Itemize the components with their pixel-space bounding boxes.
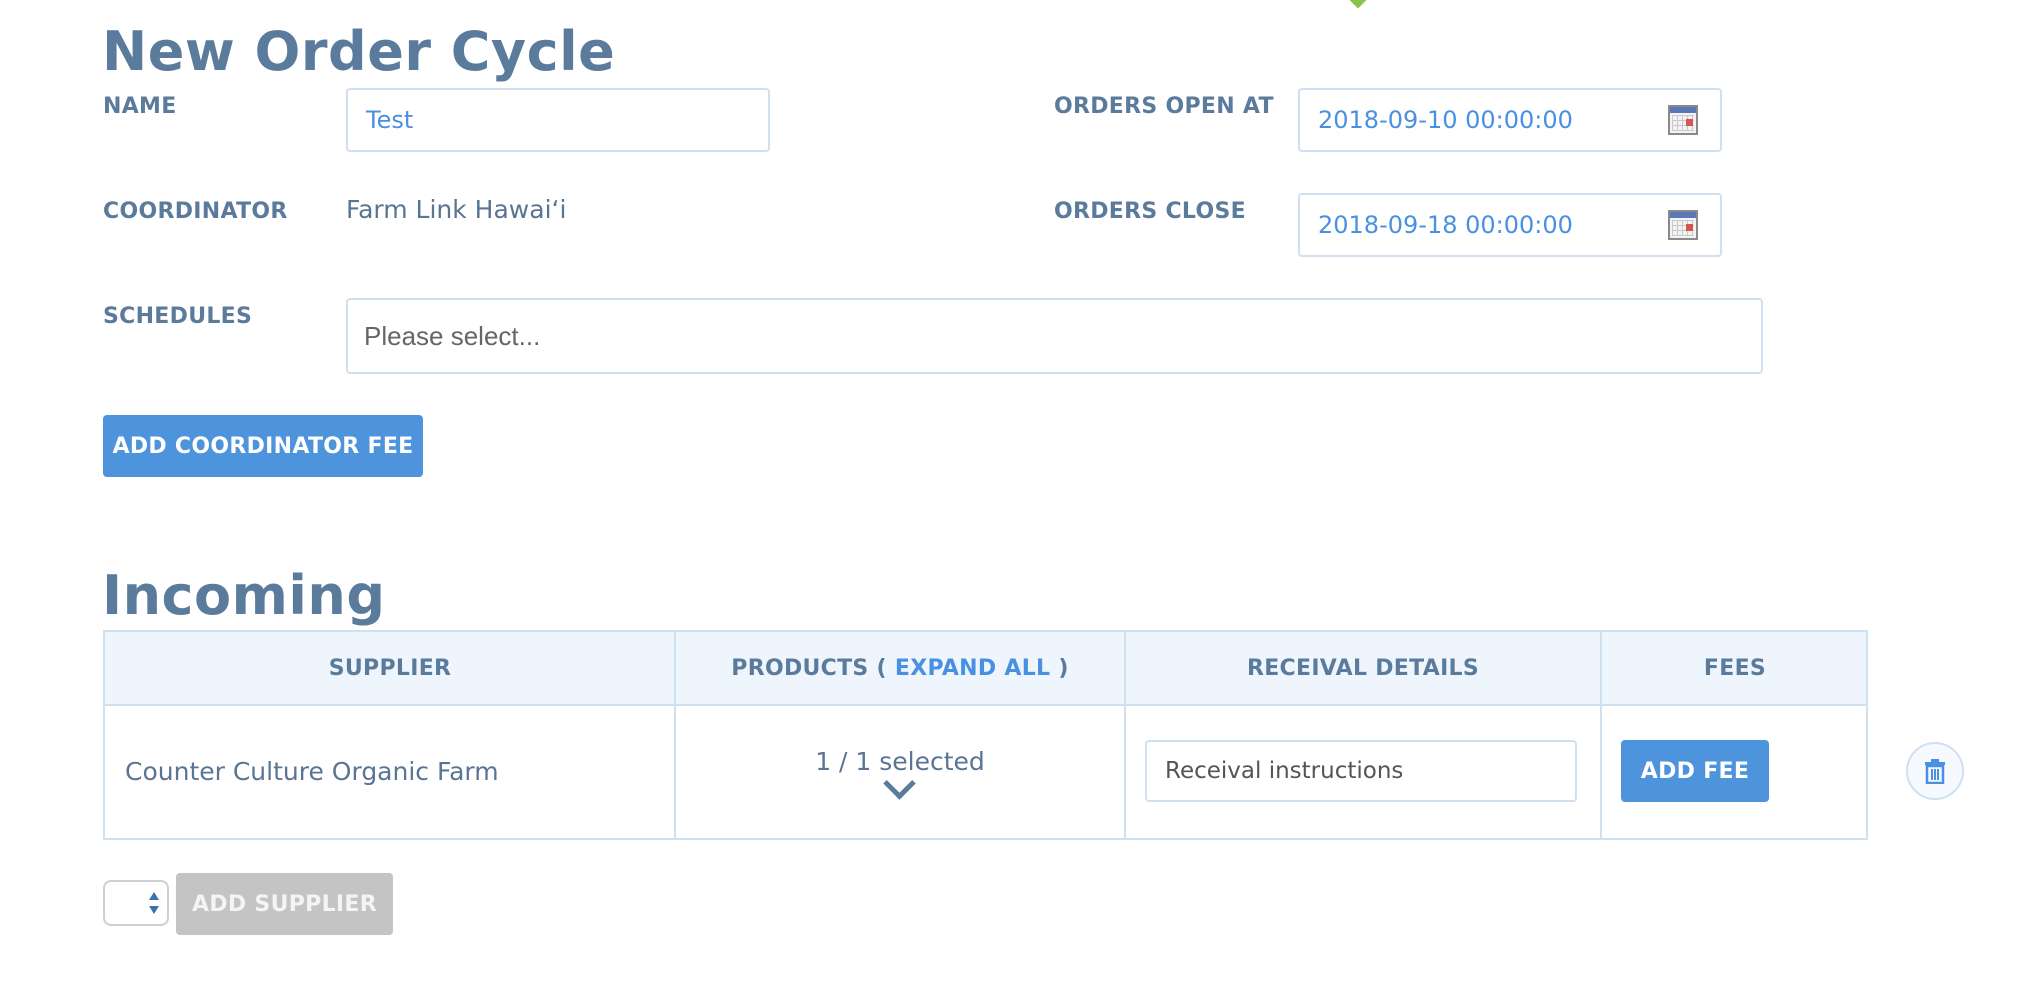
table-row-products-cell: 1 / 1 selected xyxy=(675,704,1125,838)
products-summary[interactable]: 1 / 1 selected xyxy=(815,747,985,800)
name-input-value: Test xyxy=(366,106,414,134)
name-label: NAME xyxy=(103,94,177,119)
orders-open-label: ORDERS OPEN AT xyxy=(1054,94,1274,119)
schedules-placeholder: Please select... xyxy=(364,320,541,351)
orders-close-input[interactable]: 2018-09-18 00:00:00 xyxy=(1298,193,1722,257)
orders-close-value: 2018-09-18 00:00:00 xyxy=(1318,211,1573,239)
add-coordinator-fee-button[interactable]: ADD COORDINATOR FEE xyxy=(103,415,423,477)
incoming-table: SUPPLIER PRODUCTS ( EXPAND ALL ) RECEIVA… xyxy=(103,630,1868,840)
column-header-receival-details: RECEIVAL DETAILS xyxy=(1246,655,1480,681)
schedules-label: SCHEDULES xyxy=(103,304,253,329)
expand-all-link[interactable]: EXPAND ALL xyxy=(895,656,1051,681)
add-supplier-button[interactable]: ADD SUPPLIER xyxy=(176,873,393,935)
name-input[interactable]: Test xyxy=(346,88,770,152)
table-row-supplier-cell: Counter Culture Organic Farm xyxy=(105,704,675,838)
remove-supplier-button[interactable] xyxy=(1906,742,1964,800)
orders-open-input[interactable]: 2018-09-10 00:00:00 xyxy=(1298,88,1722,152)
column-header-supplier: SUPPLIER xyxy=(328,655,452,681)
schedules-select[interactable]: Please select... xyxy=(346,298,1763,374)
products-header-suffix: ) xyxy=(1050,655,1069,681)
coordinator-value: Farm Link Hawai‘i xyxy=(346,195,567,224)
select-arrows-icon xyxy=(149,890,159,916)
orders-close-label: ORDERS CLOSE xyxy=(1054,199,1246,224)
decorative-marker xyxy=(1349,0,1367,9)
add-fee-button[interactable]: ADD FEE xyxy=(1621,740,1769,802)
page-title: New Order Cycle xyxy=(102,20,616,83)
supplier-name: Counter Culture Organic Farm xyxy=(125,756,499,786)
table-row-receival-cell: Receival instructions xyxy=(1125,704,1601,838)
calendar-icon[interactable] xyxy=(1668,105,1698,135)
coordinator-label: COORDINATOR xyxy=(103,199,288,224)
orders-open-value: 2018-09-10 00:00:00 xyxy=(1318,106,1573,134)
receival-instructions-placeholder: Receival instructions xyxy=(1165,758,1404,784)
order-cycle-page: New Order Cycle NAME Test ORDERS OPEN AT… xyxy=(0,0,2040,984)
column-header-fees: FEES xyxy=(1703,655,1767,681)
incoming-title: Incoming xyxy=(102,564,386,627)
products-header-prefix: PRODUCTS ( xyxy=(731,655,895,681)
table-row-fees-cell: ADD FEE xyxy=(1601,704,1869,838)
calendar-icon[interactable] xyxy=(1668,210,1698,240)
supplier-select[interactable] xyxy=(103,880,169,926)
column-header-products: PRODUCTS ( EXPAND ALL ) xyxy=(675,632,1125,704)
receival-instructions-input[interactable]: Receival instructions xyxy=(1145,740,1577,802)
trash-icon xyxy=(1925,759,1945,784)
